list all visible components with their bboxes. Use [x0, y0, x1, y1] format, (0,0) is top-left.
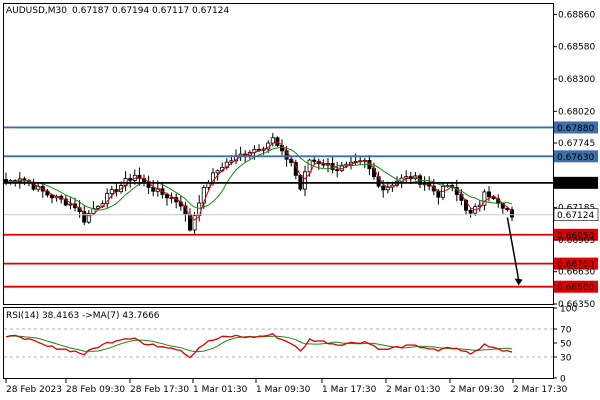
price-axis: 0.68860 0.68580 0.68300 0.68020 0.67745 0.671…	[4, 10, 599, 310]
time-tick-label: 2 Mar 09:30	[450, 385, 505, 395]
candle-body	[270, 137, 275, 144]
arrow-shaft	[506, 217, 520, 280]
candle-body	[96, 206, 101, 209]
time-tick-label: 28 Feb 2023	[6, 385, 62, 395]
price-tick-label: 0.68580	[558, 43, 595, 53]
time-tick-label: 28 Feb 17:30	[130, 385, 189, 395]
candle-body	[307, 159, 312, 173]
candle-body	[215, 170, 220, 174]
price-tick-label: 0.68300	[558, 75, 595, 85]
candle-body	[302, 171, 307, 190]
trading-chart: 0.678800.676300.674000.669500.667000.665…	[3, 3, 599, 395]
candle-body	[151, 187, 156, 192]
rsi-header-ma: ->MA(7) 43.7666	[82, 311, 160, 321]
rsi-tick-label: 100	[560, 305, 577, 315]
time-tick-label: 28 Feb 09:30	[66, 385, 125, 395]
time-axis: 28 Feb 2023 28 Feb 09:30 28 Feb 17:30 1 Mar…	[5, 379, 568, 395]
price-level-label: 0.67880	[557, 124, 594, 134]
candle-body	[109, 189, 114, 195]
candle-body	[486, 191, 491, 198]
rsi-axis: 100 70 50 30 0	[553, 305, 577, 385]
last-price-label: 0.67124	[557, 211, 594, 221]
rsi-lines	[5, 332, 513, 359]
candle-body	[381, 185, 386, 191]
rsi-tick-label: 50	[560, 340, 572, 350]
rsi-tick-label: 30	[560, 354, 572, 364]
price-level-label: 0.66500	[557, 283, 594, 293]
candle-body	[468, 209, 473, 214]
price-pane-frame	[3, 3, 554, 305]
moving-average-line	[5, 141, 513, 221]
price-tick-label: 0.66905	[558, 236, 595, 246]
projection-arrow	[506, 217, 523, 286]
price-tick-label: 0.68860	[558, 10, 595, 20]
price-level-label: 0.67400	[557, 179, 594, 189]
time-tick-label: 1 Mar 17:30	[322, 385, 377, 395]
price-header-high: 0.67194	[112, 6, 149, 16]
price-header-symbol: AUDUSD,M30	[6, 6, 67, 16]
rsi-tick-label: 70	[560, 326, 572, 336]
arrow-head	[514, 278, 523, 286]
price-header-close: 0.67124	[192, 6, 229, 16]
candle-body	[68, 203, 73, 206]
price-level-label: 0.67630	[557, 153, 594, 163]
moving-averages	[5, 141, 513, 221]
time-tick-label: 1 Mar 01:30	[193, 385, 248, 395]
rsi-tick-label: 0	[560, 375, 566, 385]
rsi-header-value: RSI(14) 38.4163	[6, 311, 79, 321]
time-tick-label: 1 Mar 09:30	[256, 385, 311, 395]
time-tick-label: 2 Mar 17:30	[513, 385, 568, 395]
price-tick-label: 0.66630	[558, 268, 595, 278]
candle-body	[404, 176, 409, 179]
candle-body	[192, 215, 197, 231]
price-header-low: 0.67117	[152, 6, 189, 16]
candle-body	[312, 159, 317, 162]
candle-body	[422, 183, 427, 186]
price-header-open: 0.67187	[72, 6, 109, 16]
time-tick-label: 2 Mar 01:30	[386, 385, 441, 395]
price-tick-label: 0.68020	[558, 107, 595, 117]
candle-body	[335, 169, 340, 172]
price-tick-label: 0.67745	[558, 139, 595, 149]
